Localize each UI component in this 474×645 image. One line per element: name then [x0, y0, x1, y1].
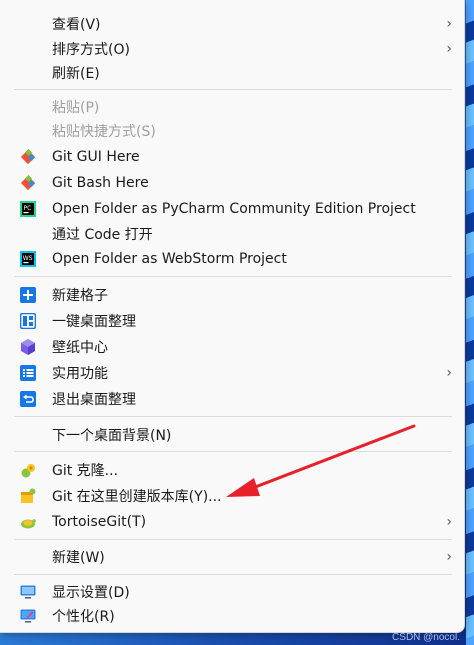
desktop-context-menu: 查看(V) › 排序方式(O) › 刷新(E) 粘贴(P) 粘贴快捷方式(S) … [0, 0, 465, 633]
menu-item-git-clone[interactable]: Git 克隆... [0, 458, 464, 482]
menu-item-git-gui[interactable]: Git GUI Here [0, 145, 464, 169]
webstorm-icon: WS [19, 250, 37, 268]
list-icon [19, 364, 37, 382]
menu-item-next-background[interactable]: 下一个桌面背景(N) [0, 423, 464, 447]
pycharm-icon: PC [19, 200, 37, 218]
tortoisegit-repo-icon [19, 487, 37, 505]
plus-box-icon [19, 286, 37, 304]
layout-grid-icon [19, 312, 37, 330]
menu-item-new-grid[interactable]: 新建格子 [0, 283, 464, 307]
menu-item-label: 粘贴快捷方式(S) [52, 124, 156, 140]
webstorm-badge: WS [23, 255, 33, 262]
menu-item-git-bash[interactable]: Git Bash Here [0, 171, 464, 195]
chevron-right-icon: › [446, 16, 452, 32]
chevron-right-icon: › [446, 549, 452, 565]
menu-item-label: 排序方式(O) [52, 42, 130, 58]
menu-item-label: 通过 Code 打开 [52, 227, 153, 243]
menu-item-label: 显示设置(D) [52, 585, 130, 601]
menu-item-paste: 粘贴(P) [0, 95, 464, 119]
monitor-icon [19, 583, 37, 601]
menu-item-view[interactable]: 查看(V) › [0, 12, 464, 36]
menu-item-open-with-code[interactable]: 通过 Code 打开 [0, 222, 464, 246]
menu-item-label: 粘贴(P) [52, 100, 100, 116]
menu-item-label: 下一个桌面背景(N) [52, 428, 172, 444]
menu-item-wallpaper-center[interactable]: 壁纸中心 [0, 335, 464, 359]
menu-item-label: Git GUI Here [52, 149, 140, 165]
chevron-right-icon: › [446, 514, 452, 530]
menu-item-personalize[interactable]: 个性化(R) [0, 604, 464, 628]
separator [14, 539, 452, 540]
menu-item-label: 新建(W) [52, 550, 105, 566]
menu-item-label: 一键桌面整理 [52, 314, 136, 330]
wallpaper-strip [466, 0, 474, 645]
tortoisegit-icon [19, 513, 37, 531]
chevron-right-icon: › [446, 41, 452, 57]
menu-item-display-settings[interactable]: 显示设置(D) [0, 580, 464, 604]
menu-item-open-webstorm[interactable]: WS Open Folder as WebStorm Project [0, 247, 464, 271]
menu-item-label: Open Folder as WebStorm Project [52, 251, 287, 267]
git-gui-icon [19, 148, 37, 166]
menu-item-refresh[interactable]: 刷新(E) [0, 61, 464, 85]
menu-item-paste-shortcut: 粘贴快捷方式(S) [0, 119, 464, 143]
menu-item-label: 新建格子 [52, 288, 108, 304]
menu-item-label: Git 克隆... [52, 463, 119, 479]
separator [14, 451, 452, 452]
menu-item-label: Git Bash Here [52, 175, 149, 191]
menu-item-label: Git 在这里创建版本库(Y)... [52, 489, 222, 505]
menu-item-tortoisegit[interactable]: TortoiseGit(T) › [0, 510, 464, 534]
separator [14, 574, 452, 575]
pycharm-badge: PC [24, 205, 32, 212]
menu-item-label: TortoiseGit(T) [52, 514, 147, 530]
menu-item-sort[interactable]: 排序方式(O) › [0, 37, 464, 61]
separator [14, 276, 452, 277]
undo-arrow-icon [19, 390, 37, 408]
menu-item-label: Open Folder as PyCharm Community Edition… [52, 201, 416, 217]
tortoisegit-clone-icon [19, 461, 37, 479]
menu-item-label: 壁纸中心 [52, 340, 108, 356]
separator [14, 416, 452, 417]
menu-item-label: 退出桌面整理 [52, 392, 136, 408]
cube-icon [19, 338, 37, 356]
menu-item-exit-tidy[interactable]: 退出桌面整理 [0, 387, 464, 411]
menu-item-git-create-repo[interactable]: Git 在这里创建版本库(Y)... [0, 484, 464, 508]
personalize-icon [19, 607, 37, 625]
menu-item-label: 刷新(E) [52, 66, 100, 82]
menu-item-utilities[interactable]: 实用功能 › [0, 361, 464, 385]
menu-item-tidy-desktop[interactable]: 一键桌面整理 [0, 309, 464, 333]
git-bash-icon [19, 174, 37, 192]
menu-item-label: 实用功能 [52, 366, 108, 382]
watermark: CSDN @nocol. [392, 632, 460, 643]
chevron-right-icon: › [446, 365, 452, 381]
menu-item-label: 查看(V) [52, 17, 101, 33]
menu-item-open-pycharm[interactable]: PC Open Folder as PyCharm Community Edit… [0, 197, 464, 221]
separator [14, 89, 452, 90]
menu-item-label: 个性化(R) [52, 609, 115, 625]
menu-item-new[interactable]: 新建(W) › [0, 545, 464, 569]
